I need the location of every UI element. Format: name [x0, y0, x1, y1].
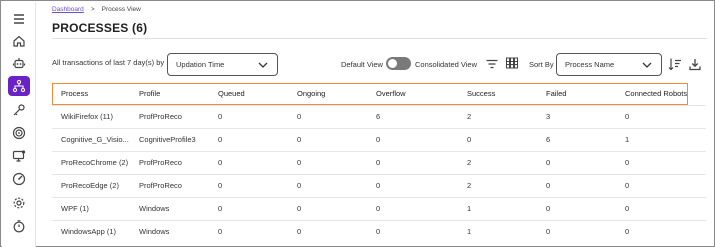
- table-header-row: Process Profile Queued Ongoing Overflow …: [52, 82, 706, 105]
- queued-cell: 0: [209, 127, 288, 151]
- process-tree-icon[interactable]: [8, 76, 30, 96]
- process-name-cell[interactable]: WikiFirefox (11): [52, 104, 130, 128]
- connected-robots-cell: 0: [616, 104, 706, 128]
- sort-field-select[interactable]: Process Name: [556, 53, 662, 76]
- column-header-overflow[interactable]: Overflow: [367, 82, 458, 105]
- failed-cell: 0: [537, 219, 616, 243]
- ongoing-cell: 0: [288, 219, 367, 243]
- overflow-cell: 0: [367, 127, 458, 151]
- process-name-cell[interactable]: WPF (1): [52, 196, 130, 220]
- column-header-process[interactable]: Process: [52, 82, 130, 105]
- queued-cell: 0: [209, 150, 288, 174]
- process-name-cell[interactable]: WindowsApp (1): [52, 219, 130, 243]
- connected-robots-cell: 1: [616, 127, 706, 151]
- overflow-cell: 6: [367, 104, 458, 128]
- table-row[interactable]: ProRecoEdge (2) ProfProReco 0 0 0 2 0 0: [52, 173, 706, 197]
- failed-cell: 0: [537, 150, 616, 174]
- column-header-connected-robots[interactable]: Connected Robots: [616, 82, 706, 105]
- breadcrumb-dashboard-link[interactable]: Dashboard: [52, 6, 84, 13]
- profile-cell: CognitiveProfile3: [130, 127, 209, 151]
- connected-robots-cell: 0: [616, 219, 706, 243]
- ongoing-cell: 0: [288, 150, 367, 174]
- column-grid-icon[interactable]: [504, 55, 520, 71]
- overflow-cell: 0: [367, 150, 458, 174]
- process-name-cell[interactable]: Cognitive_G_Visio...: [52, 127, 130, 151]
- monitor-icon[interactable]: [10, 147, 28, 165]
- chevron-down-icon: [642, 62, 652, 68]
- failed-cell: 3: [537, 104, 616, 128]
- download-icon[interactable]: [687, 56, 703, 72]
- connected-robots-cell: 0: [616, 196, 706, 220]
- breadcrumb-current: Process View: [101, 6, 141, 13]
- profile-cell: ProfProReco: [130, 173, 209, 197]
- connected-robots-cell: 0: [616, 173, 706, 197]
- profile-cell: ProfProReco: [130, 150, 209, 174]
- queued-cell: 0: [209, 104, 288, 128]
- home-icon[interactable]: [10, 32, 28, 50]
- page-title: PROCESSES (6): [52, 21, 148, 35]
- connected-robots-cell: 0: [616, 150, 706, 174]
- target-icon[interactable]: [10, 124, 28, 142]
- ongoing-cell: 0: [288, 127, 367, 151]
- title-divider: [52, 38, 707, 39]
- default-view-label: Default View: [341, 60, 383, 69]
- success-cell: 1: [458, 219, 537, 243]
- profile-cell: ProfProReco: [130, 104, 209, 128]
- consolidated-view-label: Consolidated View: [415, 60, 477, 69]
- queued-cell: 0: [209, 219, 288, 243]
- ongoing-cell: 0: [288, 196, 367, 220]
- speed-gauge-icon[interactable]: [10, 170, 28, 188]
- settings-icon[interactable]: [10, 194, 28, 212]
- sort-field-value: Process Name: [565, 60, 615, 69]
- failed-cell: 0: [537, 196, 616, 220]
- success-cell: 2: [458, 150, 537, 174]
- queued-cell: 0: [209, 196, 288, 220]
- success-cell: 2: [458, 104, 537, 128]
- table-row[interactable]: WindowsApp (1) Windows 0 0 0 1 0 0: [52, 219, 706, 243]
- table-row[interactable]: ProRecoChrome (2) ProfProReco 0 0 0 2 0 …: [52, 150, 706, 174]
- time-field-value: Updation Time: [176, 60, 225, 69]
- table-row[interactable]: Cognitive_G_Visio... CognitiveProfile3 0…: [52, 127, 706, 151]
- table-row[interactable]: WPF (1) Windows 0 0 0 1 0 0: [52, 196, 706, 220]
- profile-cell: Windows: [130, 196, 209, 220]
- toggle-knob: [388, 59, 397, 68]
- queued-cell: 0: [209, 173, 288, 197]
- column-header-success[interactable]: Success: [458, 82, 537, 105]
- column-header-ongoing[interactable]: Ongoing: [288, 82, 367, 105]
- profile-cell: Windows: [130, 219, 209, 243]
- ongoing-cell: 0: [288, 173, 367, 197]
- time-field-select[interactable]: Updation Time: [167, 53, 278, 76]
- chevron-down-icon: [258, 62, 268, 68]
- table-row[interactable]: WikiFirefox (11) ProfProReco 0 0 6 2 3 0: [52, 104, 706, 128]
- menu-icon[interactable]: [10, 10, 28, 28]
- timer-icon[interactable]: [10, 217, 28, 235]
- column-header-queued[interactable]: Queued: [209, 82, 288, 105]
- overflow-cell: 0: [367, 196, 458, 220]
- overflow-cell: 0: [367, 173, 458, 197]
- overflow-cell: 0: [367, 219, 458, 243]
- processes-table: Process Profile Queued Ongoing Overflow …: [52, 82, 706, 243]
- view-toggle[interactable]: [386, 57, 411, 70]
- sort-by-label: Sort By: [529, 60, 554, 69]
- process-name-cell[interactable]: ProRecoChrome (2): [52, 150, 130, 174]
- sort-order-icon[interactable]: [667, 56, 683, 72]
- main-content: Dashboard > Process View PROCESSES (6) A…: [37, 2, 715, 247]
- robot-icon[interactable]: [10, 54, 28, 72]
- success-cell: 1: [458, 196, 537, 220]
- ongoing-cell: 0: [288, 104, 367, 128]
- failed-cell: 6: [537, 127, 616, 151]
- breadcrumb: Dashboard > Process View: [52, 6, 141, 13]
- time-range-label: All transactions of last 7 day(s) by: [52, 58, 165, 67]
- app-frame: Dashboard > Process View PROCESSES (6) A…: [0, 0, 715, 247]
- process-name-cell[interactable]: ProRecoEdge (2): [52, 173, 130, 197]
- column-header-profile[interactable]: Profile: [130, 82, 209, 105]
- sidebar: [2, 2, 36, 247]
- success-cell: 0: [458, 127, 537, 151]
- filter-lines-icon[interactable]: [484, 56, 500, 72]
- breadcrumb-separator: >: [90, 6, 95, 13]
- failed-cell: 0: [537, 173, 616, 197]
- column-header-failed[interactable]: Failed: [537, 82, 616, 105]
- success-cell: 2: [458, 173, 537, 197]
- key-icon[interactable]: [10, 101, 28, 119]
